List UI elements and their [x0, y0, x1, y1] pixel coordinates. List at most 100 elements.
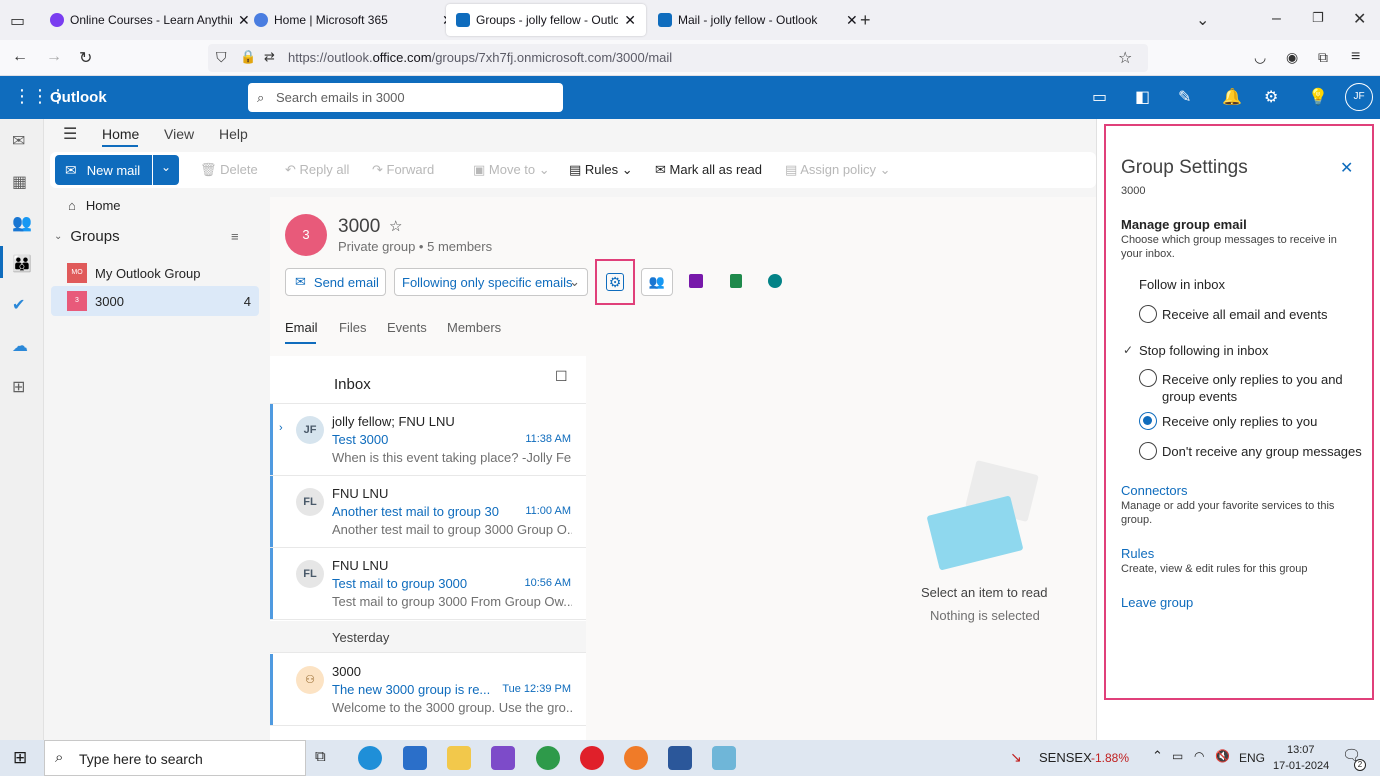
- send-email-button[interactable]: ✉ Send email: [285, 268, 386, 296]
- delete-button[interactable]: 🗑 Delete: [200, 162, 258, 178]
- select-checkbox-icon[interactable]: ☐: [555, 368, 568, 385]
- forward-icon[interactable]: →: [46, 48, 62, 66]
- message-item[interactable]: › JF jolly fellow; FNU LNU Test 3000 11:…: [270, 404, 586, 476]
- browser-tab-mail[interactable]: Mail - jolly fellow - Outlook ✕: [648, 4, 868, 36]
- follow-state-dropdown[interactable]: Following only specific emails ⌄: [394, 268, 588, 296]
- pocket-icon[interactable]: ◡: [1254, 49, 1266, 66]
- chevron-right-icon[interactable]: ›: [279, 422, 283, 434]
- reply-all-button[interactable]: ↶ Reply all: [285, 162, 349, 178]
- people-settings-icon[interactable]: 👥: [641, 268, 673, 296]
- favorite-star-icon[interactable]: ☆: [389, 217, 402, 235]
- new-mail-button[interactable]: ✉ New mail ⌄: [55, 155, 179, 185]
- rules-button[interactable]: ▤ Rules ⌄: [569, 162, 633, 178]
- folder-home[interactable]: ⌂ Home: [68, 197, 121, 213]
- back-icon[interactable]: ←: [12, 48, 28, 66]
- radio-receive-all[interactable]: [1139, 305, 1157, 323]
- close-tab-icon[interactable]: ✕: [846, 12, 858, 29]
- bell-icon[interactable]: 🔔: [1222, 87, 1242, 107]
- option-replies-only[interactable]: Receive only replies to you: [1139, 412, 1369, 432]
- onenote-icon[interactable]: [689, 274, 703, 288]
- file-explorer-icon[interactable]: [447, 746, 471, 770]
- message-item[interactable]: ⚇ 3000 The new 3000 group is re... Tue 1…: [270, 654, 586, 726]
- app-icon[interactable]: [712, 746, 736, 770]
- tab-help[interactable]: Help: [219, 126, 248, 142]
- mark-all-read-button[interactable]: ✉ Mark all as read: [655, 162, 762, 178]
- close-icon[interactable]: ✕: [1340, 158, 1353, 178]
- close-window-icon[interactable]: ✕: [1353, 9, 1366, 29]
- battery-icon[interactable]: ▭: [1172, 749, 1183, 763]
- clock-date[interactable]: 17-01-2024: [1273, 760, 1329, 772]
- menu-icon[interactable]: ≡: [1351, 48, 1360, 66]
- chrome-icon[interactable]: [536, 746, 560, 770]
- gear-icon[interactable]: ⚙: [1264, 87, 1278, 107]
- opera-icon[interactable]: [580, 746, 604, 770]
- radio-none[interactable]: [1139, 442, 1157, 460]
- app-name[interactable]: Outlook: [50, 89, 107, 106]
- search-input[interactable]: ⌕ Search emails in 3000: [248, 83, 563, 112]
- mail-app-icon[interactable]: [403, 746, 427, 770]
- visual-studio-icon[interactable]: [491, 746, 515, 770]
- reload-icon[interactable]: ↻: [79, 48, 92, 68]
- office-icon[interactable]: ◧: [1135, 87, 1150, 107]
- tab-email[interactable]: Email: [285, 320, 318, 335]
- clock-time[interactable]: 13:07: [1287, 744, 1315, 756]
- calendar-icon[interactable]: ▦: [12, 172, 27, 192]
- group-settings-button[interactable]: ⚙: [595, 259, 635, 305]
- lightbulb-icon[interactable]: 💡: [1308, 87, 1328, 107]
- tab-members[interactable]: Members: [447, 320, 501, 335]
- word-icon[interactable]: [668, 746, 692, 770]
- leave-group-link[interactable]: Leave group: [1121, 595, 1193, 610]
- permissions-icon[interactable]: ⇄: [264, 49, 275, 65]
- tab-view[interactable]: View: [164, 126, 194, 142]
- extensions-icon[interactable]: ⧉: [1318, 49, 1328, 66]
- minimize-icon[interactable]: –: [1272, 10, 1281, 28]
- message-item[interactable]: FL FNU LNU Another test mail to group 30…: [270, 476, 586, 548]
- lock-icon[interactable]: 🔒: [240, 49, 256, 65]
- new-tab-icon[interactable]: +: [860, 10, 871, 31]
- groups-icon[interactable]: 👪: [12, 254, 32, 274]
- filter-icon[interactable]: ≡: [231, 229, 239, 244]
- group-item-my-outlook-group[interactable]: MO My Outlook Group: [51, 259, 259, 287]
- browser-tab-courses[interactable]: Online Courses - Learn Anything ✕: [40, 4, 260, 36]
- browser-tab-m365[interactable]: Home | Microsoft 365 ✕: [244, 4, 464, 36]
- option-none[interactable]: Don't receive any group messages: [1139, 442, 1369, 462]
- people-icon[interactable]: 👥: [12, 213, 32, 233]
- todo-check-icon[interactable]: ✔: [12, 295, 25, 315]
- ticker-name[interactable]: SENSEX: [1039, 750, 1092, 765]
- firefox-icon[interactable]: [624, 746, 648, 770]
- tray-chevron-icon[interactable]: ⌃: [1152, 748, 1163, 764]
- hamburger-icon[interactable]: ☰: [63, 124, 77, 144]
- address-bar[interactable]: ⛉ 🔒 ⇄ https://outlook.office.com/groups/…: [208, 44, 1148, 72]
- connectors-link[interactable]: Connectors: [1121, 483, 1187, 498]
- tab-list-icon[interactable]: ▭: [10, 11, 25, 31]
- chevron-down-icon[interactable]: ⌄: [1196, 10, 1209, 30]
- mail-icon[interactable]: ✉: [12, 131, 25, 151]
- radio-replies-only[interactable]: [1139, 412, 1157, 430]
- more-apps-icon[interactable]: ⊞: [12, 377, 25, 397]
- rules-link[interactable]: Rules: [1121, 546, 1154, 561]
- windows-start-icon[interactable]: ⊞: [13, 748, 27, 768]
- planner-icon[interactable]: [730, 274, 742, 288]
- message-item[interactable]: FL FNU LNU Test mail to group 3000 10:56…: [270, 548, 586, 620]
- teams-chat-icon[interactable]: ▭: [1092, 87, 1107, 107]
- radio-replies-and-events[interactable]: [1139, 369, 1157, 387]
- forward-button[interactable]: ↷ Forward: [372, 162, 434, 178]
- move-to-button[interactable]: ▣ Move to ⌄: [473, 162, 550, 178]
- wifi-icon[interactable]: ◠: [1194, 749, 1204, 763]
- task-view-icon[interactable]: ⧉: [315, 748, 326, 765]
- tab-events[interactable]: Events: [387, 320, 427, 335]
- bookmark-star-icon[interactable]: ☆: [1118, 48, 1132, 68]
- sharepoint-icon[interactable]: [768, 274, 782, 288]
- account-icon[interactable]: ◉: [1286, 49, 1298, 66]
- avatar[interactable]: JF: [1345, 83, 1373, 111]
- language-indicator[interactable]: ENG: [1239, 751, 1265, 765]
- option-replies-and-events[interactable]: Receive only replies to you and group ev…: [1139, 369, 1369, 404]
- group-item-3000[interactable]: 3 3000 4: [51, 286, 259, 316]
- groups-section-header[interactable]: ⌄ Groups: [54, 228, 120, 245]
- chevron-down-icon[interactable]: ⌄: [161, 160, 171, 174]
- browser-tab-groups[interactable]: Groups - jolly fellow - Outlook ✕: [446, 4, 646, 36]
- tab-home[interactable]: Home: [102, 126, 139, 142]
- restore-icon[interactable]: ❐: [1312, 10, 1324, 26]
- option-receive-all[interactable]: Receive all email and events: [1139, 305, 1369, 325]
- assign-policy-button[interactable]: ▤ Assign policy ⌄: [785, 162, 891, 178]
